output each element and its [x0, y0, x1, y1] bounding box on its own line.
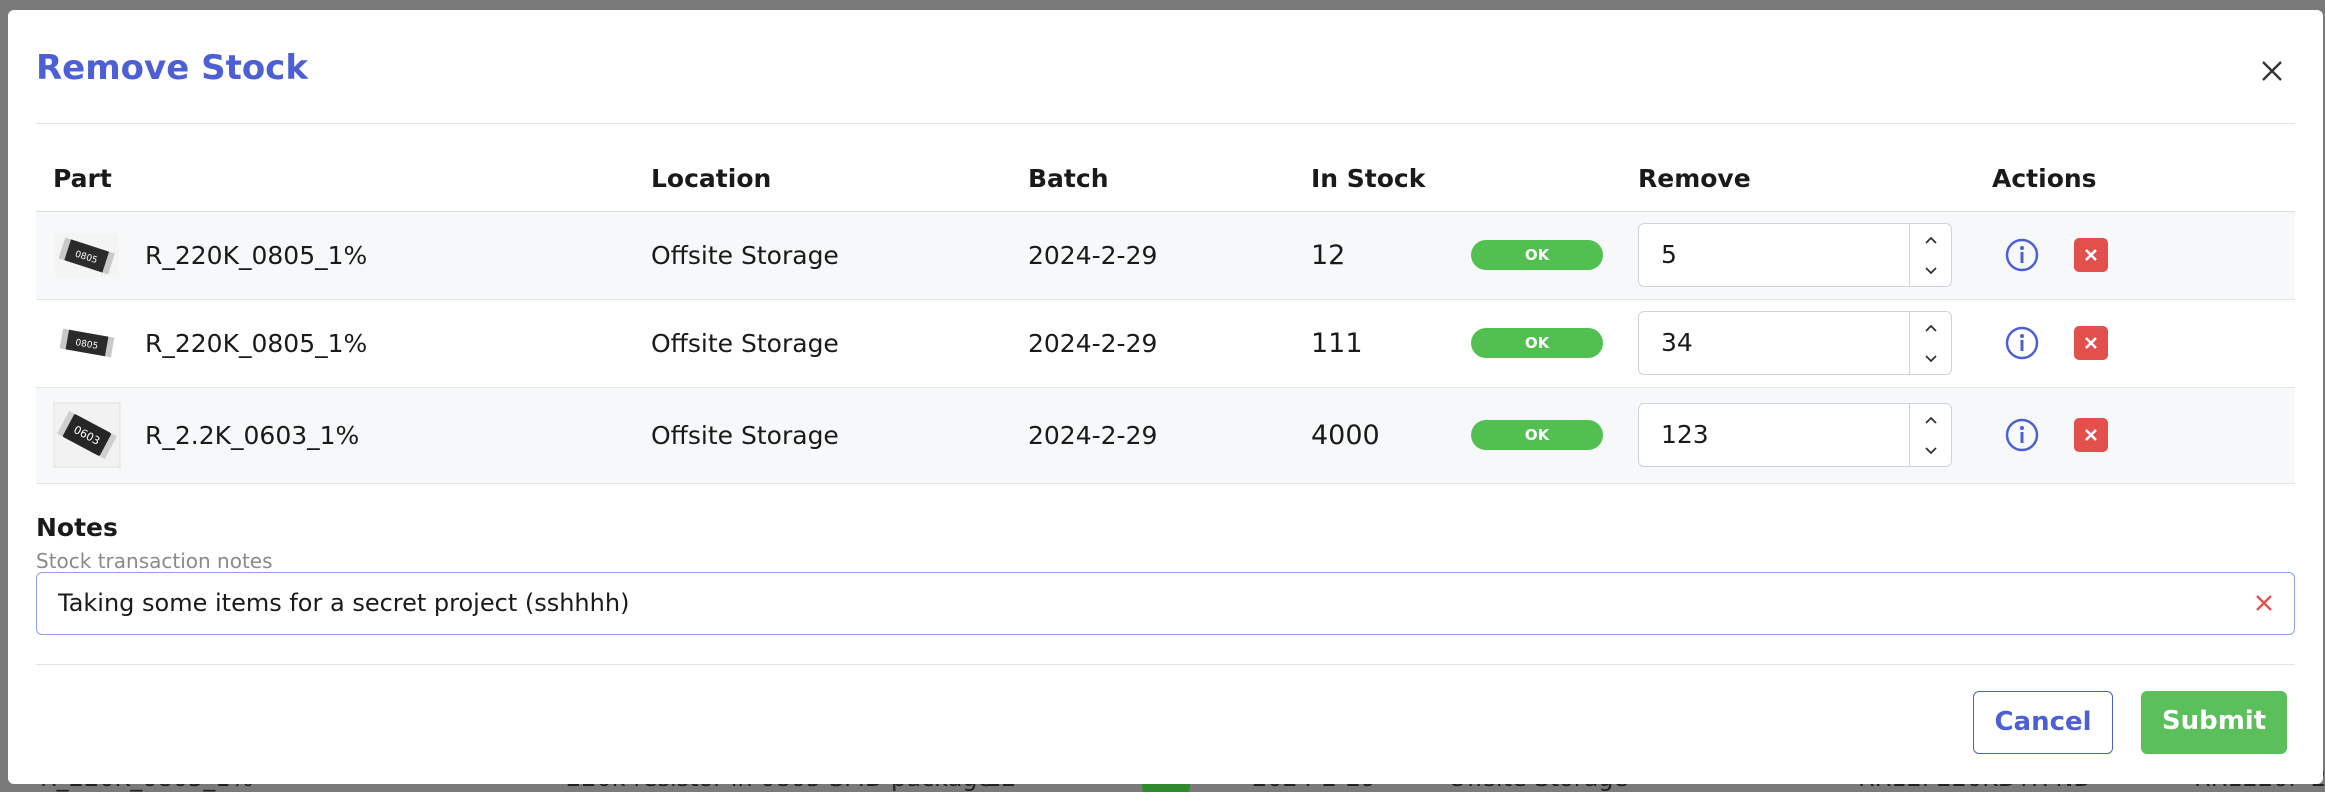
- table-row: 0805 R_220K_0805_1% Offsite Storage 2024…: [36, 211, 2295, 300]
- decrement-button[interactable]: [1910, 435, 1951, 466]
- table-row: 0805 R_220K_0805_1% Offsite Storage 2024…: [36, 299, 2295, 388]
- in-stock-cell: 111 OK: [1294, 299, 1621, 388]
- remove-quantity-input[interactable]: 123: [1638, 403, 1952, 467]
- info-icon[interactable]: [2004, 417, 2040, 453]
- info-icon[interactable]: [2004, 237, 2040, 273]
- decrement-button[interactable]: [1910, 343, 1951, 374]
- modal-header: Remove Stock: [36, 48, 2295, 96]
- increment-button[interactable]: [1910, 404, 1951, 435]
- delete-row-button[interactable]: [2074, 238, 2108, 272]
- in-stock-cell: 12 OK: [1294, 211, 1621, 300]
- remove-cell: 123: [1621, 387, 1975, 484]
- actions-cell: [1975, 387, 2295, 484]
- notes-label: Notes: [36, 513, 118, 542]
- remove-cell: 34: [1621, 299, 1975, 388]
- in-stock-cell: 4000 OK: [1294, 387, 1621, 484]
- status-badge: OK: [1471, 328, 1603, 358]
- remove-quantity-value[interactable]: 34: [1639, 312, 1909, 374]
- footer-divider: [36, 664, 2295, 665]
- delete-row-button[interactable]: [2074, 418, 2108, 452]
- location-cell: Offsite Storage: [634, 211, 1011, 300]
- location-cell: Offsite Storage: [634, 387, 1011, 484]
- stock-table: Part Location Batch In Stock Remove Acti…: [36, 147, 2295, 484]
- remove-stock-modal: Remove Stock Part Location Batch In Stoc…: [8, 10, 2323, 784]
- part-cell: 0603 R_2.2K_0603_1%: [36, 387, 634, 484]
- col-part: Part: [36, 147, 634, 212]
- col-actions: Actions: [1975, 147, 2295, 212]
- notes-description: Stock transaction notes: [36, 549, 273, 573]
- table-row: 0603 R_2.2K_0603_1% Offsite Storage 2024…: [36, 387, 2295, 484]
- in-stock-qty: 12: [1311, 239, 1346, 271]
- notes-input[interactable]: Taking some items for a secret project (…: [36, 572, 2295, 635]
- remove-quantity-value[interactable]: 123: [1639, 404, 1909, 466]
- remove-cell: 5: [1621, 211, 1975, 300]
- modal-title: Remove Stock: [36, 48, 308, 88]
- part-name[interactable]: R_220K_0805_1%: [145, 329, 367, 358]
- chevron-up-icon: [1924, 324, 1937, 332]
- clear-icon[interactable]: [2252, 591, 2276, 615]
- close-icon: [2262, 61, 2282, 81]
- part-thumbnail: 0603: [53, 402, 121, 468]
- header-divider: [36, 123, 2295, 124]
- remove-quantity-input[interactable]: 5: [1638, 223, 1952, 287]
- in-stock-qty: 111: [1311, 327, 1363, 359]
- batch-cell: 2024-2-29: [1011, 299, 1294, 388]
- remove-quantity-value[interactable]: 5: [1639, 224, 1909, 286]
- close-button[interactable]: [2255, 54, 2289, 88]
- part-cell: 0805 R_220K_0805_1%: [36, 211, 634, 300]
- status-badge: OK: [1471, 420, 1603, 450]
- chevron-up-icon: [1924, 236, 1937, 244]
- actions-cell: [1975, 211, 2295, 300]
- col-in-stock: In Stock: [1294, 147, 1621, 212]
- status-badge: OK: [1471, 240, 1603, 270]
- decrement-button[interactable]: [1910, 255, 1951, 286]
- chevron-down-icon: [1924, 354, 1937, 362]
- submit-button[interactable]: Submit: [2141, 691, 2287, 754]
- actions-cell: [1975, 299, 2295, 388]
- chevron-down-icon: [1924, 446, 1937, 454]
- part-cell: 0805 R_220K_0805_1%: [36, 299, 634, 388]
- in-stock-qty: 4000: [1311, 419, 1380, 451]
- part-thumbnail: 0805: [53, 231, 121, 279]
- part-name[interactable]: R_220K_0805_1%: [145, 241, 367, 270]
- remove-quantity-input[interactable]: 34: [1638, 311, 1952, 375]
- location-cell: Offsite Storage: [634, 299, 1011, 388]
- close-icon: [2085, 337, 2097, 349]
- col-batch: Batch: [1011, 147, 1294, 212]
- col-remove: Remove: [1621, 147, 1975, 212]
- increment-button[interactable]: [1910, 312, 1951, 343]
- cancel-button[interactable]: Cancel: [1973, 691, 2113, 754]
- close-icon: [2085, 249, 2097, 261]
- close-icon: [2085, 429, 2097, 441]
- part-name[interactable]: R_2.2K_0603_1%: [145, 421, 359, 450]
- delete-row-button[interactable]: [2074, 326, 2108, 360]
- info-icon[interactable]: [2004, 325, 2040, 361]
- batch-cell: 2024-2-29: [1011, 211, 1294, 300]
- chevron-down-icon: [1924, 266, 1937, 274]
- notes-value[interactable]: Taking some items for a secret project (…: [58, 589, 629, 617]
- table-header-row: Part Location Batch In Stock Remove Acti…: [36, 147, 2295, 212]
- chevron-up-icon: [1924, 416, 1937, 424]
- part-thumbnail: 0805: [53, 319, 121, 367]
- batch-cell: 2024-2-29: [1011, 387, 1294, 484]
- increment-button[interactable]: [1910, 224, 1951, 255]
- col-location: Location: [634, 147, 1011, 212]
